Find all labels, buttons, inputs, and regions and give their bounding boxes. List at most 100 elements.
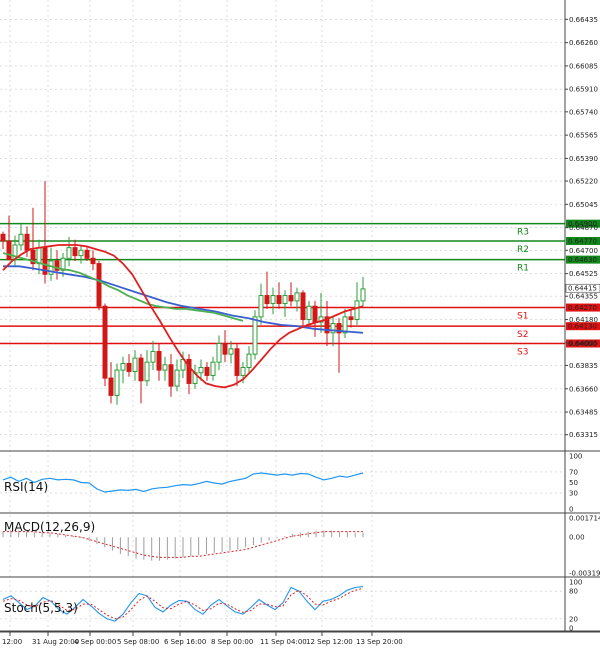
price-y-tick-label: 0.64700 bbox=[569, 247, 598, 255]
candle-body bbox=[312, 305, 318, 323]
candle-body bbox=[186, 358, 192, 384]
rsi-y-tick-label: 70 bbox=[569, 468, 578, 476]
candle-body bbox=[288, 295, 294, 302]
candle-body bbox=[174, 369, 180, 387]
price-y-tick-label: 0.66435 bbox=[569, 16, 598, 24]
candle-body bbox=[240, 366, 246, 376]
rsi-indicator-label: RSI(14) bbox=[4, 480, 48, 494]
rsi-y-tick-label: 100 bbox=[569, 453, 582, 461]
rsi-y-tick-label: 50 bbox=[569, 479, 578, 487]
x-tick-label: 12:00 bbox=[2, 638, 22, 646]
level-label-s2: S2 bbox=[517, 330, 528, 340]
candle-body bbox=[294, 292, 300, 302]
candle-body bbox=[84, 249, 90, 259]
candle-body bbox=[270, 295, 276, 305]
x-tick-label: 6 Sep 16:00 bbox=[164, 638, 206, 646]
candle-body bbox=[348, 316, 354, 321]
price-y-tick-label: 0.66260 bbox=[569, 39, 598, 47]
stoch-indicator-label: Stoch(5,5,3) bbox=[4, 601, 78, 615]
candle-body bbox=[102, 305, 108, 379]
candle-body bbox=[66, 247, 72, 259]
candle-body bbox=[258, 295, 264, 318]
price-y-tick-label: 0.64525 bbox=[569, 270, 598, 278]
x-tick-label: 13 Sep 20:00 bbox=[356, 638, 403, 646]
candle-body bbox=[210, 361, 216, 376]
level-price-tag-text: 0.64270 bbox=[568, 304, 597, 312]
candle-body bbox=[108, 377, 114, 396]
candle-body bbox=[138, 357, 144, 382]
candle-body bbox=[18, 233, 24, 246]
candle-body bbox=[360, 288, 366, 302]
macd-y-tick-label: -0.003195 bbox=[569, 570, 600, 578]
level-label-s3: S3 bbox=[517, 347, 528, 357]
candle-body bbox=[234, 348, 240, 376]
candle-body bbox=[78, 249, 84, 257]
candle-body bbox=[168, 364, 174, 387]
level-price-tag-text: 0.64770 bbox=[568, 237, 597, 245]
candle-body bbox=[120, 362, 126, 371]
level-price-tag-text: 0.64630 bbox=[568, 256, 597, 264]
stoch-y-tick-label: 80 bbox=[569, 588, 578, 596]
candle-body bbox=[72, 247, 78, 257]
candle-body bbox=[306, 305, 312, 321]
candle-body bbox=[246, 353, 252, 368]
candle-body bbox=[354, 300, 360, 321]
candle-body bbox=[282, 295, 288, 305]
price-y-tick-label: 0.64870 bbox=[569, 224, 598, 232]
candle-body bbox=[144, 361, 150, 382]
x-tick-label: 31 Aug 20:00 bbox=[32, 638, 79, 646]
macd-y-tick-label: 0.001714 bbox=[569, 515, 600, 523]
level-label-r2: R2 bbox=[517, 245, 529, 255]
candle-body bbox=[36, 247, 42, 265]
stoch-y-tick-label: 0 bbox=[569, 625, 573, 633]
candle-body bbox=[90, 257, 96, 265]
price-y-tick-label: 0.65390 bbox=[569, 155, 598, 163]
price-y-tick-label: 0.65220 bbox=[569, 178, 598, 186]
price-y-tick-label: 0.64355 bbox=[569, 293, 598, 301]
x-tick-label: 5 Sep 08:00 bbox=[117, 638, 159, 646]
macd-indicator-label: MACD(12,26,9) bbox=[4, 520, 95, 534]
candle-body bbox=[132, 357, 138, 372]
candle-body bbox=[96, 263, 102, 307]
candle-body bbox=[0, 233, 6, 242]
price-y-tick-label: 0.65910 bbox=[569, 86, 598, 94]
level-label-r1: R1 bbox=[517, 264, 529, 274]
candle-body bbox=[198, 366, 204, 374]
candle-body bbox=[252, 316, 258, 355]
candle-body bbox=[150, 350, 156, 363]
price-y-tick-label: 0.65565 bbox=[569, 132, 598, 140]
candle-body bbox=[264, 295, 270, 305]
price-y-tick-label: 0.63485 bbox=[569, 409, 598, 417]
last-price-tag-text: 0.64415 bbox=[568, 285, 597, 293]
rsi-y-tick-label: 0 bbox=[569, 506, 573, 514]
level-label-s1: S1 bbox=[517, 312, 528, 322]
rsi-y-tick-label: 30 bbox=[569, 490, 578, 498]
price-y-tick-label: 0.66085 bbox=[569, 62, 598, 70]
forex-chart: R30.64900R20.64770R10.64630S10.64270S20.… bbox=[0, 0, 600, 649]
x-tick-label: 4 Sep 00:00 bbox=[74, 638, 116, 646]
candle-body bbox=[6, 240, 12, 261]
candle-body bbox=[114, 369, 120, 396]
candle-body bbox=[126, 362, 132, 372]
candle-body bbox=[156, 350, 162, 371]
x-tick-label: 11 Sep 04:00 bbox=[260, 638, 307, 646]
price-y-tick-label: 0.63660 bbox=[569, 385, 598, 393]
candle-body bbox=[276, 295, 282, 305]
candle-body bbox=[204, 366, 210, 376]
price-y-tick-label: 0.64005 bbox=[569, 339, 598, 347]
price-y-tick-label: 0.63315 bbox=[569, 431, 598, 439]
level-label-r3: R3 bbox=[517, 228, 529, 238]
x-tick-label: 8 Sep 00:00 bbox=[211, 638, 253, 646]
stoch-y-tick-label: 100 bbox=[569, 579, 582, 587]
candle-body bbox=[228, 348, 234, 355]
price-y-tick-label: 0.64180 bbox=[569, 316, 598, 324]
macd-y-tick-label: 0.00 bbox=[569, 534, 585, 542]
price-y-tick-label: 0.63835 bbox=[569, 362, 598, 370]
candle-body bbox=[222, 342, 228, 355]
price-y-tick-label: 0.65045 bbox=[569, 201, 598, 209]
candle-body bbox=[300, 292, 306, 321]
candle-body bbox=[162, 364, 168, 371]
candle-body bbox=[216, 342, 222, 363]
x-tick-label: 12 Sep 12:00 bbox=[306, 638, 353, 646]
candle-body bbox=[330, 323, 336, 334]
